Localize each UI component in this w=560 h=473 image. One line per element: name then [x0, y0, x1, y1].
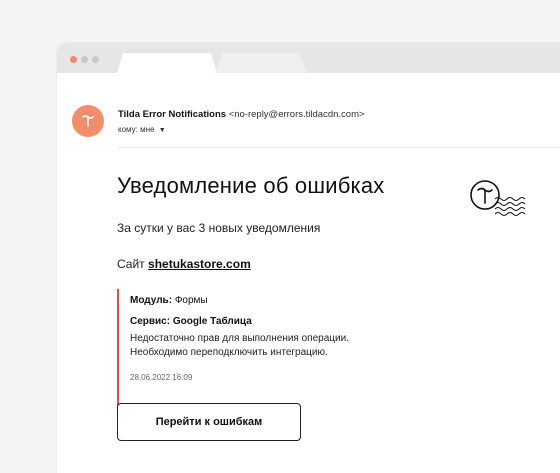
module-value: Формы [174, 295, 208, 306]
window-minimize-dot[interactable] [81, 56, 88, 63]
email-content: Tilda Error Notifications <no-reply@erro… [57, 73, 560, 473]
recipient-toggle[interactable]: кому: мне ▼ [118, 125, 166, 134]
email-window: Tilda Error Notifications <no-reply@erro… [57, 43, 560, 473]
caret-down-icon: ▼ [158, 127, 166, 134]
go-to-errors-button[interactable]: Перейти к ошибкам [117, 403, 301, 441]
error-message-line-2: Необходимо переподключить интеграцию. [130, 347, 328, 358]
error-module: Модуль: Формы [130, 295, 208, 306]
sender-email: <no-reply@errors.tildacdn.com> [228, 109, 365, 120]
site-label: Сайт [117, 257, 145, 271]
error-timestamp: 28.06.2022 16:09 [130, 373, 193, 382]
email-title: Уведомление об ошибках [117, 173, 385, 198]
notification-summary: За сутки у вас 3 новых уведомления [117, 221, 321, 235]
module-label: Модуль: [130, 295, 173, 306]
site-line: Сайт shetukastore.com [117, 257, 251, 271]
window-maximize-dot[interactable] [92, 56, 99, 63]
error-block: Модуль: Формы Сервис: Google Таблица Нед… [117, 289, 417, 409]
tilda-logo-icon [82, 115, 94, 127]
sender-name: Tilda Error Notifications [118, 109, 227, 120]
sender-line: Tilda Error Notifications <no-reply@erro… [118, 109, 365, 120]
header-divider [118, 147, 560, 148]
window-close-dot[interactable] [70, 56, 77, 63]
browser-tab-inactive[interactable] [215, 53, 307, 73]
recipient-label: кому: мне [118, 125, 155, 134]
sender-avatar [72, 105, 104, 137]
tilda-stamp-icon [470, 180, 526, 216]
browser-titlebar [57, 43, 560, 73]
error-message-line-1: Недостаточно прав для выполнения операци… [130, 333, 349, 344]
browser-tab-active[interactable] [117, 53, 217, 73]
error-service: Сервис: Google Таблица [130, 316, 252, 327]
site-link[interactable]: shetukastore.com [148, 257, 251, 271]
